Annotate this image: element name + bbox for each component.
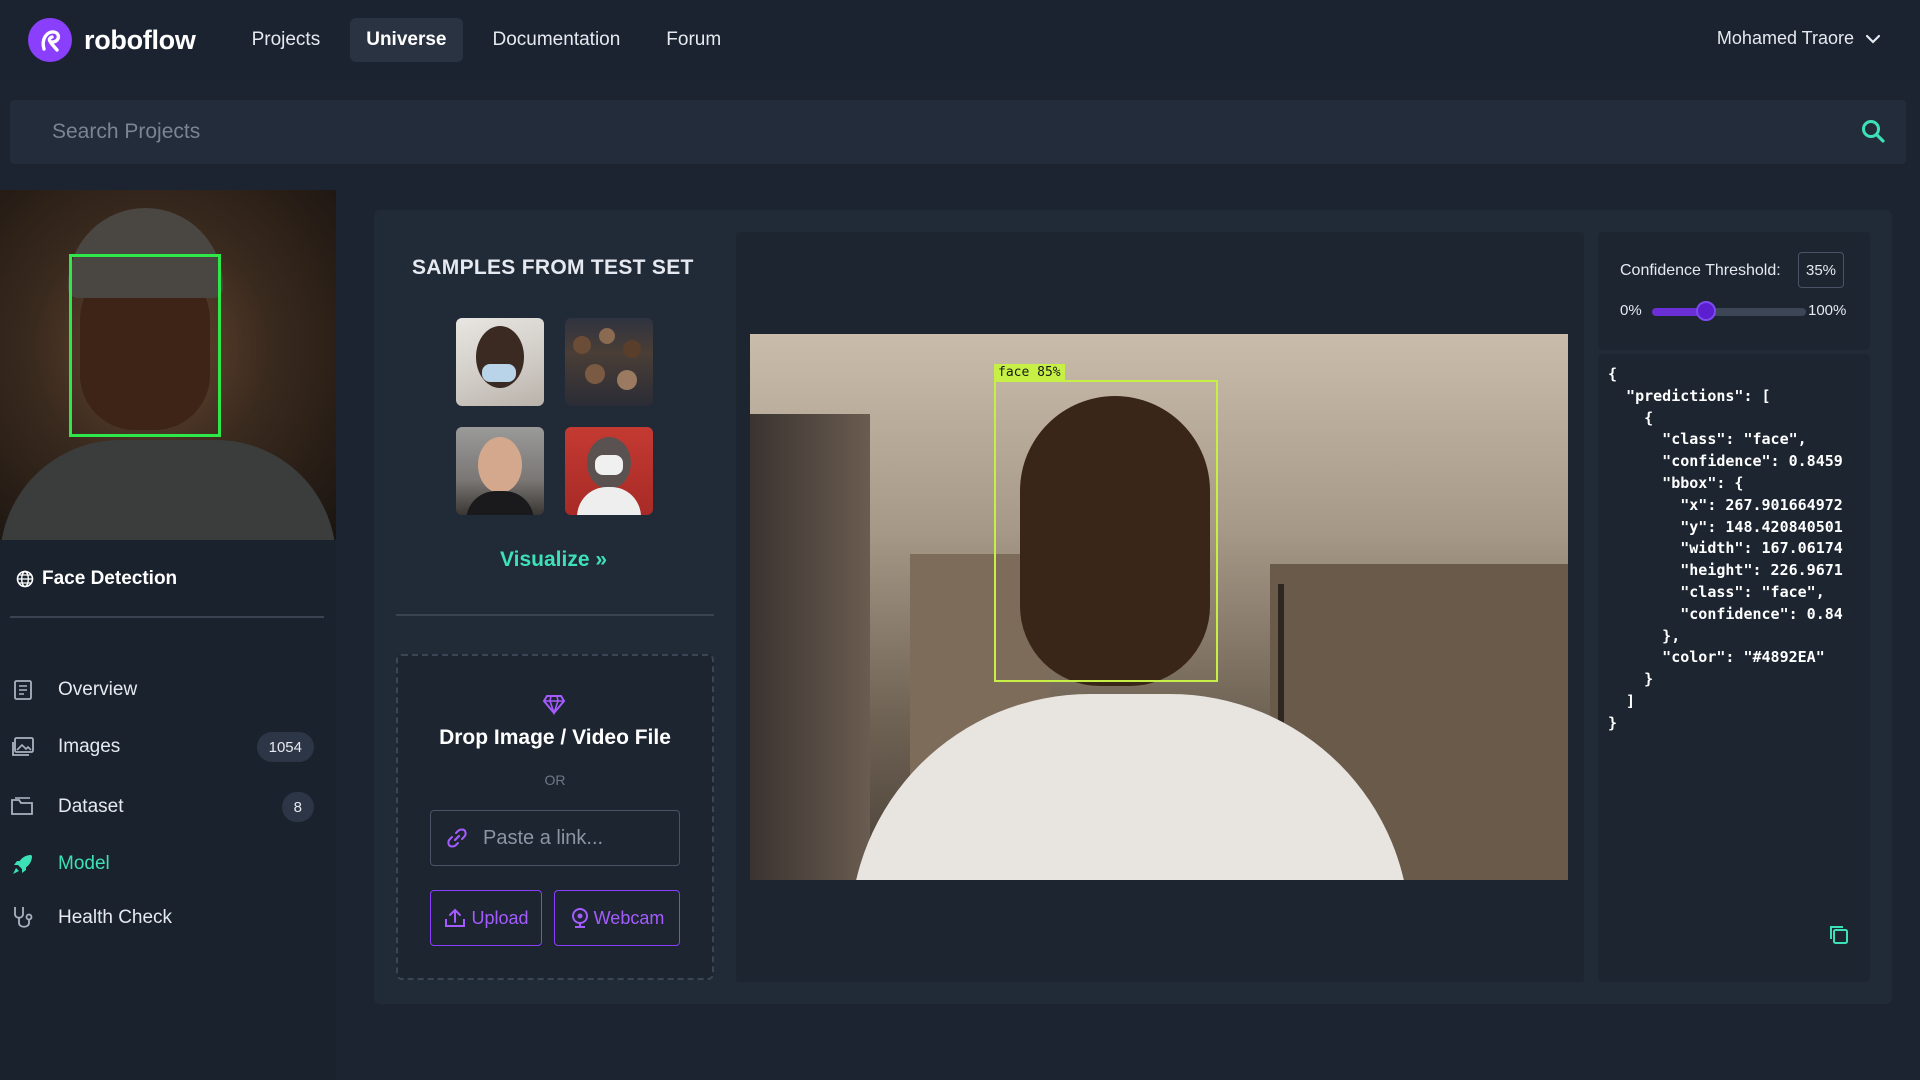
sidebar-item-dataset[interactable]: Dataset 8 xyxy=(10,785,324,829)
images-icon xyxy=(10,734,36,760)
or-divider-text: OR xyxy=(544,772,566,788)
upload-button-label: Upload xyxy=(471,907,529,928)
sidebar-item-label: Images xyxy=(58,736,121,757)
user-menu[interactable]: Mohamed Traore xyxy=(1717,28,1882,49)
json-output: { "predictions": [ { "class": "face", "c… xyxy=(1608,365,1843,732)
stethoscope-icon xyxy=(10,905,36,931)
sidebar-item-label: Overview xyxy=(58,679,138,700)
confidence-slider[interactable] xyxy=(1652,301,1806,321)
roboflow-logo-icon xyxy=(28,18,72,62)
sidebar-item-overview[interactable]: Overview xyxy=(10,668,324,712)
sidebar-divider xyxy=(10,616,324,618)
roboflow-gem-icon xyxy=(542,695,566,716)
sidebar: Face Detection Overview Images 1054 Data… xyxy=(0,190,336,1080)
model-panel: SAMPLES FROM TEST SET Visualize » Drop I… xyxy=(374,210,1892,1004)
sample-image[interactable] xyxy=(456,427,544,515)
upload-icon xyxy=(445,908,466,927)
inference-image: face 85% xyxy=(750,334,1568,880)
sample-image[interactable] xyxy=(565,318,653,406)
dropzone-title: Drop Image / Video File xyxy=(439,726,671,749)
webcam-button[interactable]: Webcam xyxy=(554,890,680,946)
document-icon xyxy=(10,677,36,703)
paste-link-input[interactable] xyxy=(483,826,663,850)
user-name: Mohamed Traore xyxy=(1716,28,1854,48)
search-input[interactable] xyxy=(52,120,1812,144)
panel-divider xyxy=(396,614,714,616)
json-output-panel: { "predictions": [ { "class": "face", "c… xyxy=(1598,354,1870,982)
nav-projects[interactable]: Projects xyxy=(236,18,337,62)
confidence-panel: Confidence Threshold: 35% 0% 100% xyxy=(1598,232,1870,350)
project-title: Face Detection xyxy=(16,568,177,590)
nav-forum[interactable]: Forum xyxy=(650,18,737,62)
visualize-link[interactable]: Visualize » xyxy=(500,548,607,572)
paste-link-field[interactable] xyxy=(430,810,680,866)
slider-thumb[interactable] xyxy=(1695,301,1716,321)
project-thumbnail xyxy=(0,190,336,540)
confidence-label: Confidence Threshold: xyxy=(1620,262,1781,279)
search-icon[interactable] xyxy=(1860,118,1886,144)
sidebar-item-health-check[interactable]: Health Check xyxy=(10,896,324,940)
images-count-badge: 1054 xyxy=(256,732,314,762)
sample-image[interactable] xyxy=(456,318,544,406)
dataset-count-badge: 8 xyxy=(281,792,314,822)
inference-viewer: face 85% xyxy=(736,232,1584,982)
chevron-down-icon xyxy=(1865,34,1881,44)
link-icon xyxy=(447,828,467,848)
globe-icon xyxy=(16,570,34,588)
webcam-icon xyxy=(571,908,588,928)
range-max-label: 100% xyxy=(1808,302,1847,319)
sample-image[interactable] xyxy=(565,427,653,515)
webcam-button-label: Webcam xyxy=(593,907,665,928)
nav-documentation[interactable]: Documentation xyxy=(477,18,637,62)
rocket-icon xyxy=(10,851,36,877)
range-min-label: 0% xyxy=(1620,302,1642,319)
thumbnail-bounding-box xyxy=(69,254,221,437)
copy-icon[interactable] xyxy=(1828,924,1850,946)
dropzone[interactable]: Drop Image / Video File OR Upload Webc xyxy=(396,654,714,980)
sidebar-item-label: Dataset xyxy=(58,796,124,817)
main-nav: Projects Universe Documentation Forum xyxy=(236,18,738,62)
samples-title: SAMPLES FROM TEST SET xyxy=(412,256,694,279)
sidebar-item-label: Health Check xyxy=(58,907,173,928)
folder-icon xyxy=(10,794,36,820)
sidebar-item-model[interactable]: Model xyxy=(10,842,324,886)
upload-button[interactable]: Upload xyxy=(430,890,542,946)
brand-name: roboflow xyxy=(84,24,196,55)
roboflow-logo[interactable]: roboflow xyxy=(28,18,196,62)
sidebar-item-label: Model xyxy=(58,853,110,874)
confidence-value[interactable]: 35% xyxy=(1798,252,1844,288)
nav-universe[interactable]: Universe xyxy=(350,18,463,62)
sidebar-item-images[interactable]: Images 1054 xyxy=(10,725,324,769)
top-navbar: roboflow Projects Universe Documentation… xyxy=(0,0,1920,80)
project-title-text: Face Detection xyxy=(42,568,178,589)
search-bar xyxy=(10,100,1906,164)
detection-label: face 85% xyxy=(994,364,1065,381)
detection-bounding-box xyxy=(994,380,1218,682)
